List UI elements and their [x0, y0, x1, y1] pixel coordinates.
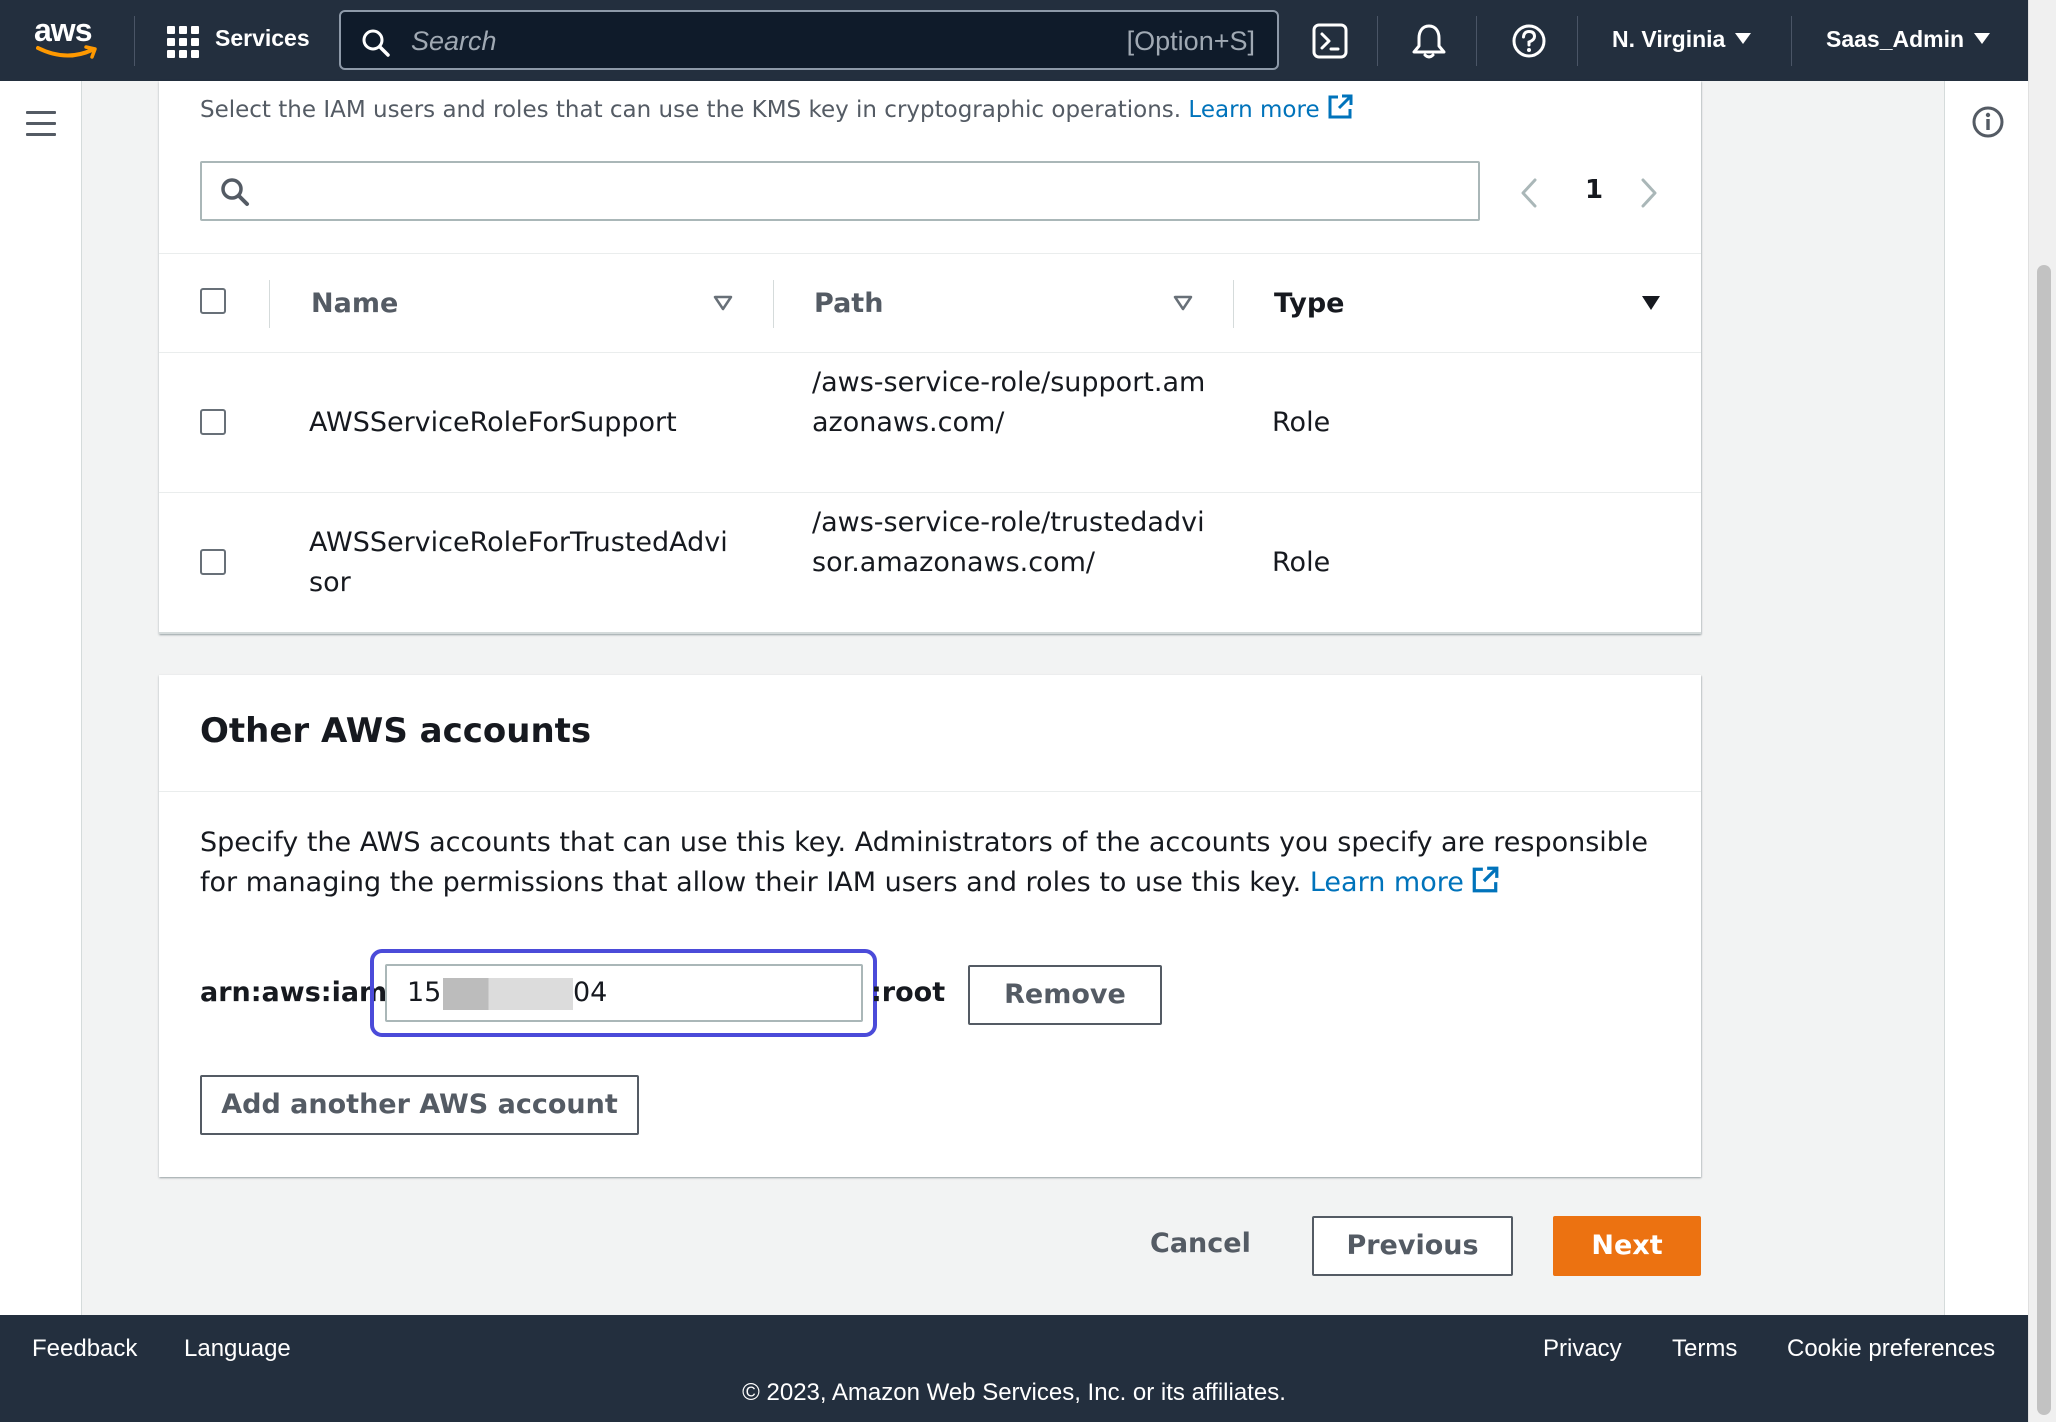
account-id-end: 04: [573, 977, 608, 1008]
next-button[interactable]: Next: [1553, 1216, 1701, 1276]
terms-link[interactable]: Terms: [1672, 1335, 1737, 1363]
info-icon[interactable]: [1971, 105, 2005, 139]
add-another-account-button[interactable]: Add another AWS account: [200, 1075, 639, 1135]
side-navigation-strip: [0, 81, 82, 1315]
select-all-checkbox[interactable]: [200, 288, 226, 314]
column-header-path[interactable]: Path: [814, 288, 883, 319]
search-placeholder: Search: [411, 26, 497, 56]
table-row: AWSServiceRoleForSupport /aws-service-ro…: [159, 353, 1701, 493]
caret-down-icon: [1735, 33, 1752, 44]
nav-divider: [1377, 16, 1378, 66]
services-menu[interactable]: Services: [215, 25, 310, 52]
column-divider: [1233, 280, 1234, 328]
account-id-start: 15: [407, 977, 442, 1008]
copyright-text: © 2023, Amazon Web Services, Inc. or its…: [742, 1379, 1286, 1406]
top-navigation: aws Services Search [Option+S] N. Virgin…: [0, 0, 2028, 81]
previous-button[interactable]: Previous: [1312, 1216, 1513, 1276]
row-path: /aws-service-role/support.amazonaws.com/: [812, 367, 1206, 438]
row-path: /aws-service-role/trustedadvisor.amazona…: [812, 507, 1205, 578]
section-title: Other AWS accounts: [200, 711, 592, 751]
other-accounts-description: Specify the AWS accounts that can use th…: [200, 827, 1649, 898]
remove-account-button[interactable]: Remove: [968, 965, 1162, 1025]
table-row: AWSServiceRoleForTrustedAdvisor /aws-ser…: [159, 493, 1701, 633]
page-number[interactable]: 1: [1585, 175, 1603, 205]
arn-suffix-label: :root: [871, 977, 946, 1008]
learn-more-link[interactable]: Learn more: [1188, 94, 1353, 123]
sort-icon[interactable]: [1172, 294, 1194, 312]
help-icon[interactable]: [1510, 22, 1548, 60]
privacy-link[interactable]: Privacy: [1543, 1335, 1622, 1363]
row-type: Role: [1272, 407, 1331, 438]
nav-divider: [1577, 16, 1578, 66]
aws-logo[interactable]: aws: [34, 14, 102, 64]
hamburger-menu-icon[interactable]: [26, 111, 56, 144]
cloudshell-icon[interactable]: [1311, 22, 1349, 60]
key-users-description: Select the IAM users and roles that can …: [200, 93, 1354, 123]
other-aws-accounts-panel: Other AWS accounts Specify the AWS accou…: [159, 675, 1701, 1177]
row-name: AWSServiceRoleForSupport: [309, 407, 677, 438]
row-name: AWSServiceRoleForTrustedAdvisor: [309, 527, 728, 598]
nav-divider: [134, 16, 135, 66]
language-link[interactable]: Language: [184, 1335, 291, 1363]
search-icon: [362, 29, 390, 57]
smile-icon: [36, 45, 97, 59]
cancel-button[interactable]: Cancel: [1150, 1228, 1251, 1259]
table-header: Name Path Type: [159, 253, 1701, 353]
page-scrollbar[interactable]: [2028, 0, 2056, 1422]
row-checkbox[interactable]: [200, 549, 226, 575]
row-checkbox[interactable]: [200, 409, 226, 435]
feedback-link[interactable]: Feedback: [32, 1335, 137, 1363]
notifications-bell-icon[interactable]: [1410, 22, 1448, 60]
panel-header: Other AWS accounts: [159, 675, 1701, 792]
external-link-icon: [1472, 866, 1499, 893]
column-header-type[interactable]: Type: [1274, 288, 1344, 319]
search-icon: [221, 178, 249, 206]
caret-down-icon: [1974, 33, 1991, 44]
console-footer: Feedback Language Privacy Terms Cookie p…: [0, 1315, 2028, 1422]
nav-divider: [1476, 16, 1477, 66]
column-divider: [269, 280, 270, 328]
column-divider: [773, 280, 774, 328]
row-type: Role: [1272, 547, 1331, 578]
cookie-preferences-link[interactable]: Cookie preferences: [1787, 1335, 1995, 1363]
tools-panel-strip: [1944, 81, 2028, 1315]
aws-account-id-input[interactable]: 15 04: [385, 964, 863, 1022]
scrollbar-thumb[interactable]: [2037, 265, 2051, 1415]
key-users-panel: Select the IAM users and roles that can …: [159, 81, 1701, 634]
services-grid-icon[interactable]: [167, 26, 201, 58]
account-menu[interactable]: Saas_Admin: [1826, 26, 1991, 53]
sort-icon[interactable]: [712, 294, 734, 312]
column-header-name[interactable]: Name: [311, 288, 398, 319]
chevron-right-icon[interactable]: [1639, 177, 1659, 209]
users-filter-input[interactable]: [200, 161, 1480, 221]
sort-descending-icon[interactable]: [1640, 294, 1662, 312]
nav-divider: [1791, 16, 1792, 66]
region-selector[interactable]: N. Virginia: [1612, 26, 1752, 53]
search-shortcut: [Option+S]: [1126, 26, 1255, 56]
global-search-input[interactable]: Search [Option+S]: [339, 10, 1279, 70]
chevron-left-icon[interactable]: [1519, 177, 1539, 209]
learn-more-link[interactable]: Learn more: [1310, 866, 1500, 898]
external-link-icon: [1328, 94, 1353, 119]
redacted-digits: [443, 978, 573, 1010]
